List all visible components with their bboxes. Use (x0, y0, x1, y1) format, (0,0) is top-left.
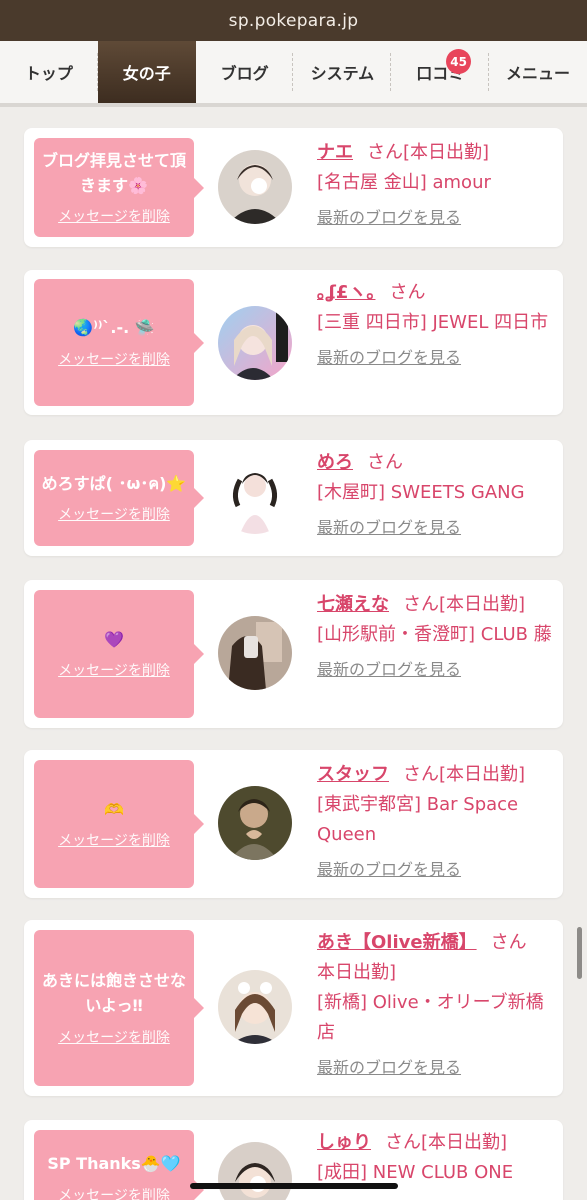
tab-label: ブログ (220, 64, 269, 83)
card-info: ナエ さん[本日出勤] [名古屋 金山] amour 最新のブログを見る (317, 138, 553, 228)
avatar[interactable] (218, 616, 292, 690)
shop-text: [木屋町] SWEETS GANG (317, 482, 525, 503)
card-info: あき【Olive新橋】 さん 本日出勤] [新橋] Olive・オリーブ新橋店 最… (317, 928, 553, 1078)
status-text: [本日出勤] (439, 764, 526, 785)
latest-blog-link[interactable]: 最新のブログを見る (317, 204, 553, 228)
latest-blog-link[interactable]: 最新のブログを見る (317, 344, 553, 368)
review-count-badge: 45 (446, 49, 472, 74)
latest-blog-link[interactable]: 最新のブログを見る (317, 656, 553, 680)
latest-blog-link[interactable]: 最新のブログを見る (317, 514, 553, 538)
tab-label: システム (310, 64, 375, 83)
scrollbar[interactable] (577, 927, 582, 979)
url-bar[interactable]: sp.pokepara.jp (0, 0, 587, 41)
avatar[interactable] (218, 786, 292, 860)
girl-name-link[interactable]: あき【Olive新橋】 (317, 932, 477, 953)
message-text: 💜 (104, 629, 124, 649)
delete-message-link[interactable]: メッセージを削除 (58, 1185, 170, 1200)
girl-name-link[interactable]: スタッフ (317, 764, 389, 785)
tab-girls[interactable]: 女の子 (97, 41, 196, 103)
message-bubble: 🫶 メッセージを削除 (34, 760, 204, 888)
list-item: 🌏⁾⁾`.-. 🛸 メッセージを削除 ｡ʆ£ヽ｡ さん [三重 四日市] JEWE… (24, 270, 563, 415)
delete-message-link[interactable]: メッセージを削除 (58, 349, 170, 369)
list-item: あきには飽きさせないよっ‼︎ メッセージを削除 あき【Olive新橋】 さん 本日… (24, 920, 563, 1096)
list-item: ブログ拝見させて頂きます🌸 メッセージを削除 ナエ さん[本日出勤] [名古屋 金… (24, 128, 563, 247)
delete-message-link[interactable]: メッセージを削除 (58, 206, 170, 226)
list-item: 🫶 メッセージを削除 スタッフ さん[本日出勤] [東武宇都宮] Bar Spac… (24, 750, 563, 898)
shop-text: [山形駅前・香澄町] CLUB 藤 (317, 624, 552, 645)
latest-blog-link[interactable]: 最新のブログを見る (317, 1054, 553, 1078)
tab-menu[interactable]: メニュー (489, 41, 587, 103)
honorific: さん (389, 282, 426, 303)
tab-blog[interactable]: ブログ (196, 41, 294, 103)
delete-message-link[interactable]: メッセージを削除 (58, 1027, 170, 1047)
message-text: めろすぱ( ･ω･ค)⭐️ (41, 473, 187, 493)
message-bubble: 🌏⁾⁾`.-. 🛸 メッセージを削除 (34, 279, 204, 406)
status-text: [本日出勤] (403, 142, 490, 163)
honorific: さん (403, 594, 439, 615)
girl-name-link[interactable]: ｡ʆ£ヽ｡ (317, 282, 375, 303)
avatar[interactable] (218, 970, 292, 1044)
girl-name-link[interactable]: ナエ (317, 142, 353, 163)
message-text: 🌏⁾⁾`.-. 🛸 (73, 318, 155, 338)
tab-label: メニュー (506, 64, 571, 83)
message-text: 🫶 (104, 799, 124, 819)
main-nav: トップ 女の子 ブログ システム 口コミ 45 メニュー (0, 41, 587, 107)
shop-text: [東武宇都宮] Bar Space Queen (317, 794, 519, 845)
delete-message-link[interactable]: メッセージを削除 (58, 504, 170, 524)
card-info: スタッフ さん[本日出勤] [東武宇都宮] Bar Space Queen 最新の… (317, 760, 553, 880)
shop-text: [新橋] Olive・オリーブ新橋店 (317, 992, 544, 1043)
avatar[interactable] (218, 150, 292, 224)
shop-text: [三重 四日市] JEWEL 四日市 (317, 312, 549, 333)
message-bubble: あきには飽きさせないよっ‼︎ メッセージを削除 (34, 930, 204, 1086)
status-text: 本日出勤] (317, 962, 397, 983)
list-item: 💜 メッセージを削除 七瀬えな さん[本日出勤] [山形駅前・香澄町] CLUB … (24, 580, 563, 728)
girl-name-link[interactable]: 七瀬えな (317, 594, 389, 615)
card-info: ｡ʆ£ヽ｡ さん [三重 四日市] JEWEL 四日市 最新のブログを見る (317, 278, 553, 368)
tab-top[interactable]: トップ (0, 41, 98, 103)
tab-label: トップ (24, 64, 73, 83)
delete-message-link[interactable]: メッセージを削除 (58, 660, 170, 680)
status-text: [本日出勤] (421, 1132, 508, 1153)
card-info: めろ さん [木屋町] SWEETS GANG 最新のブログを見る (317, 448, 553, 538)
delete-message-link[interactable]: メッセージを削除 (58, 830, 170, 850)
card-info: しゅり さん[本日出勤] [成田] NEW CLUB ONE (317, 1128, 553, 1188)
girl-name-link[interactable]: しゅり (317, 1132, 371, 1153)
shop-text: [名古屋 金山] amour (317, 172, 491, 193)
honorific: さん (385, 1132, 421, 1153)
list-item: めろすぱ( ･ω･ค)⭐️ メッセージを削除 めろ さん [木屋町] SWEETS… (24, 440, 563, 556)
honorific: さん (367, 452, 403, 473)
message-bubble: 💜 メッセージを削除 (34, 590, 204, 718)
message-text: あきには飽きさせないよっ‼︎ (41, 971, 186, 1015)
avatar[interactable] (218, 1142, 292, 1200)
url-text: sp.pokepara.jp (228, 10, 359, 31)
avatar[interactable] (218, 460, 292, 534)
girl-name-link[interactable]: めろ (317, 452, 353, 473)
avatar[interactable] (218, 306, 292, 380)
tab-label: 女の子 (122, 64, 171, 83)
message-bubble: めろすぱ( ･ω･ค)⭐️ メッセージを削除 (34, 450, 204, 546)
card-info: 七瀬えな さん[本日出勤] [山形駅前・香澄町] CLUB 藤 最新のブログを見る (317, 590, 553, 680)
status-text: [本日出勤] (439, 594, 526, 615)
honorific: さん (367, 142, 403, 163)
honorific: さん (490, 932, 527, 953)
latest-blog-link[interactable]: 最新のブログを見る (317, 856, 553, 880)
message-bubble: SP Thanks🐣🩵 メッセージを削除 (34, 1130, 204, 1200)
message-bubble: ブログ拝見させて頂きます🌸 メッセージを削除 (34, 138, 204, 237)
honorific: さん (403, 764, 439, 785)
home-indicator[interactable] (190, 1183, 398, 1189)
message-text: SP Thanks🐣🩵 (47, 1154, 181, 1173)
tab-system[interactable]: システム (293, 41, 392, 103)
tab-reviews[interactable]: 口コミ 45 (391, 41, 489, 103)
message-text: ブログ拝見させて頂きます🌸 (41, 150, 186, 195)
